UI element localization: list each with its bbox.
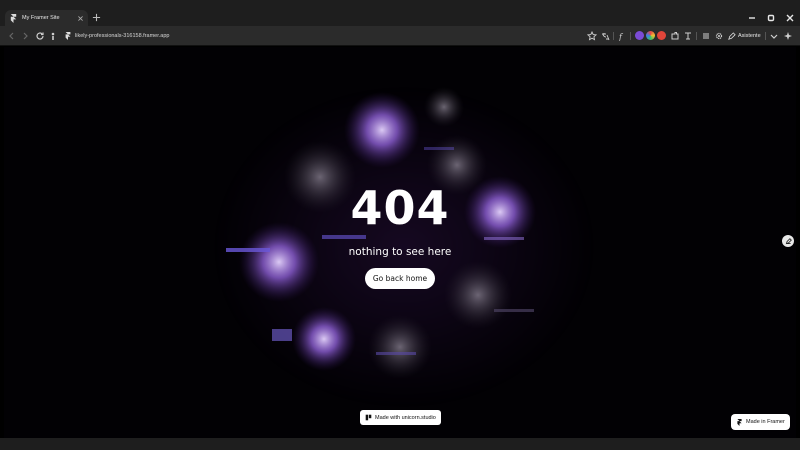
toolbar-divider [696, 32, 697, 40]
assistant-button[interactable]: Asistente [727, 30, 761, 42]
font-extension-icon[interactable]: f [618, 31, 628, 42]
forward-icon[interactable] [20, 31, 30, 41]
close-window-icon[interactable] [785, 13, 795, 23]
share-icon[interactable] [683, 31, 693, 41]
framer-badge-label: Made in Framer [746, 419, 785, 425]
back-icon[interactable] [7, 31, 17, 41]
restore-icon[interactable] [766, 13, 776, 23]
extension-purple-icon[interactable] [635, 31, 644, 40]
go-back-home-button[interactable]: Go back home [365, 268, 435, 289]
address-bar[interactable]: likely-professionals-316158.framer.app [64, 30, 169, 42]
assistant-label: Asistente [738, 33, 761, 39]
reload-icon[interactable] [35, 31, 45, 41]
translate-icon[interactable] [600, 31, 610, 41]
page-viewport: 404 nothing to see here Go back home Mad… [4, 47, 796, 438]
reading-list-icon[interactable] [701, 31, 711, 41]
site-info-icon[interactable] [48, 31, 58, 41]
color-picker-extension-icon[interactable] [646, 31, 655, 40]
pencil-sparkle-icon [728, 31, 736, 40]
extension-red-icon[interactable] [657, 31, 666, 40]
error-code-heading: 404 [350, 181, 450, 235]
tab-strip: My Framer Site [0, 0, 800, 26]
framer-icon [65, 32, 71, 40]
browser-toolbar: likely-professionals-316158.framer.app f… [0, 26, 800, 46]
copilot-sparkle-icon[interactable] [783, 31, 793, 41]
chevron-down-icon[interactable] [769, 31, 779, 41]
toolbar-divider [613, 32, 614, 40]
svg-text:f: f [618, 33, 624, 42]
framer-icon [10, 13, 17, 23]
toolbar-divider [630, 32, 631, 40]
edit-button[interactable] [782, 235, 794, 247]
window-bottom-frame [0, 438, 800, 450]
error-message: nothing to see here [348, 246, 452, 258]
bookmark-star-icon[interactable] [587, 31, 597, 41]
hero-section: 404 nothing to see here Go back home [4, 47, 796, 438]
toolbar-divider [765, 32, 766, 40]
minimize-icon[interactable] [747, 13, 757, 23]
settings-gear-icon[interactable] [714, 31, 724, 41]
pencil-icon [785, 237, 792, 244]
url-text: likely-professionals-316158.framer.app [75, 33, 170, 39]
unicorn-studio-icon [365, 414, 372, 421]
made-in-framer-badge[interactable]: Made in Framer [731, 414, 790, 430]
unicorn-badge-label: Made with unicorn.studio [375, 414, 436, 421]
close-tab-icon[interactable] [77, 15, 84, 22]
tab-title: My Framer Site [22, 15, 60, 21]
browser-window: My Framer Site likely-professionals-3161… [0, 0, 800, 450]
extension-icon[interactable] [670, 31, 680, 41]
unicorn-studio-badge[interactable]: Made with unicorn.studio [360, 410, 441, 425]
new-tab-icon[interactable] [92, 13, 101, 22]
framer-icon [737, 418, 742, 426]
tab-my-framer-site[interactable]: My Framer Site [5, 10, 88, 26]
